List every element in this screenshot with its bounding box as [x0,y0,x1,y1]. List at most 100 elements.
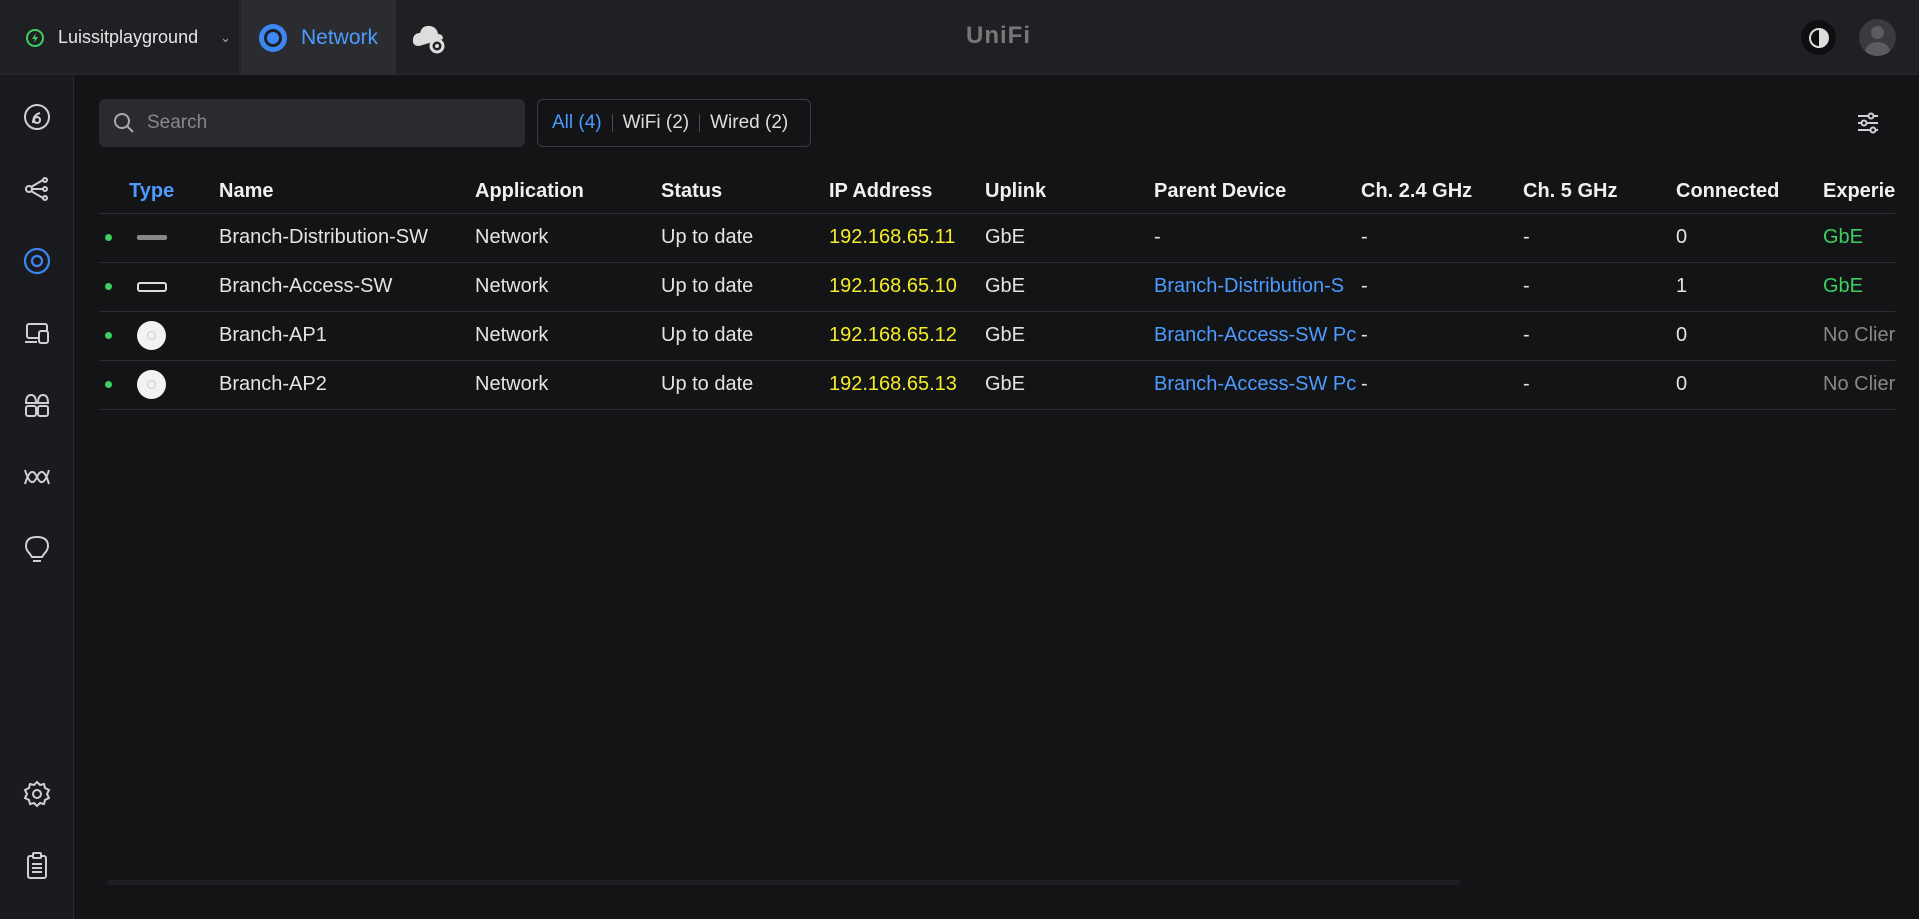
ip-cell: 192.168.65.10 [829,261,985,311]
applications-icon[interactable] [21,389,53,421]
chevron-down-icon: ⌄ [220,29,231,45]
status-cell: Up to date [661,261,829,311]
column-type[interactable]: Type [99,171,219,213]
table-row[interactable]: Branch-AP1 Network Up to date 192.168.65… [99,310,1895,360]
tab-network[interactable]: Network [241,0,396,75]
search-icon [114,113,134,133]
filter-wired[interactable]: Wired (2) [700,112,798,134]
status-cell: Up to date [661,212,829,262]
connected-cell: 0 [1676,359,1823,410]
column-experience[interactable]: Experien [1823,171,1895,213]
type-cell [99,359,219,410]
online-status-dot [105,234,112,242]
parent-cell: - [1154,212,1361,262]
devices-icon[interactable] [21,245,53,277]
application-cell: Network [475,212,661,262]
status-cell: Up to date [661,359,829,410]
device-name: Branch-AP2 [219,359,475,410]
ip-cell: 192.168.65.11 [829,212,985,262]
column-uplink[interactable]: Uplink [985,171,1154,213]
search-input[interactable] [147,112,507,134]
column-application[interactable]: Application [475,171,661,213]
application-cell: Network [475,359,661,410]
parent-device-link[interactable]: Branch-Distribution-S [1154,261,1361,311]
client-devices-icon[interactable] [21,317,53,349]
ip-cell: 192.168.65.13 [829,359,985,410]
table-row[interactable]: Branch-AP2 Network Up to date 192.168.65… [99,359,1895,410]
table-row[interactable]: Branch-Distribution-SW Network Up to dat… [99,212,1895,262]
online-status-dot [105,332,112,339]
ch5-cell: - [1523,310,1676,360]
search-box[interactable] [99,99,525,147]
type-cell [99,310,219,360]
connected-cell: 1 [1676,261,1823,311]
ip-cell: 192.168.65.12 [829,310,985,360]
column-ch-24[interactable]: Ch. 2.4 GHz [1361,171,1523,213]
unifi-logo: UniFi [966,22,1031,49]
device-name: Branch-Access-SW [219,261,475,311]
column-ip-address[interactable]: IP Address [829,171,985,213]
connected-cell: 0 [1676,310,1823,360]
uplink-cell: GbE [985,359,1154,410]
logs-icon[interactable] [21,850,53,882]
application-cell: Network [475,261,661,311]
ch24-cell: - [1361,212,1523,262]
cloud-gear-icon[interactable] [410,20,450,56]
type-cell [99,261,219,311]
column-parent-device[interactable]: Parent Device [1154,171,1361,213]
ch5-cell: - [1523,212,1676,262]
device-name: Branch-AP1 [219,310,475,360]
user-avatar[interactable] [1859,19,1896,56]
ch24-cell: - [1361,261,1523,311]
switch-icon [137,281,167,292]
switch-flat-icon [137,235,167,241]
alerts-icon[interactable] [21,533,53,565]
experience-cell: No Clier [1823,359,1895,410]
access-point-icon [137,321,166,350]
column-settings-icon[interactable] [1855,110,1881,136]
network-ring-icon [259,23,287,52]
online-status-dot [105,283,112,291]
ch24-cell: - [1361,359,1523,410]
uplink-cell: GbE [985,212,1154,262]
experience-cell: No Clier [1823,310,1895,360]
filter-all[interactable]: All (4) [550,112,612,134]
sidebar [0,76,74,919]
insights-icon[interactable] [21,461,53,493]
device-filter-group: All (4) WiFi (2) Wired (2) [537,99,812,147]
settings-icon[interactable] [21,778,53,810]
online-status-dot [105,381,112,388]
column-connected[interactable]: Connected [1676,171,1823,213]
table-row[interactable]: Branch-Access-SW Network Up to date 192.… [99,261,1895,311]
device-name: Branch-Distribution-SW [219,212,475,262]
ch5-cell: - [1523,359,1676,410]
site-selector[interactable]: Luissitplayground ⌄ [0,0,240,75]
connected-cell: 0 [1676,212,1823,262]
horizontal-scrollbar[interactable] [107,880,1460,885]
devices-table: Type Name Application Status IP Address … [99,171,1895,410]
contrast-icon[interactable] [1801,20,1836,55]
uplink-cell: GbE [985,261,1154,311]
ch24-cell: - [1361,310,1523,360]
column-status[interactable]: Status [661,171,829,213]
power-icon [26,28,44,47]
experience-cell: GbE [1823,261,1895,311]
experience-cell: GbE [1823,212,1895,262]
site-name: Luissitplayground [58,27,199,47]
application-cell: Network [475,310,661,360]
top-bar: Luissitplayground ⌄ Network UniFi [0,0,1919,75]
table-header-row: Type Name Application Status IP Address … [99,171,1895,213]
dashboard-icon[interactable] [21,101,53,133]
parent-device-link[interactable]: Branch-Access-SW Pc [1154,310,1361,360]
column-ch-5[interactable]: Ch. 5 GHz [1523,171,1676,213]
uplink-cell: GbE [985,310,1154,360]
tab-network-label: Network [301,25,379,49]
topology-icon[interactable] [21,173,53,205]
status-cell: Up to date [661,310,829,360]
filter-wifi[interactable]: WiFi (2) [613,112,699,134]
parent-device-link[interactable]: Branch-Access-SW Pc [1154,359,1361,410]
ch5-cell: - [1523,261,1676,311]
type-cell [99,212,219,262]
access-point-icon [137,370,166,399]
column-name[interactable]: Name [219,171,475,213]
